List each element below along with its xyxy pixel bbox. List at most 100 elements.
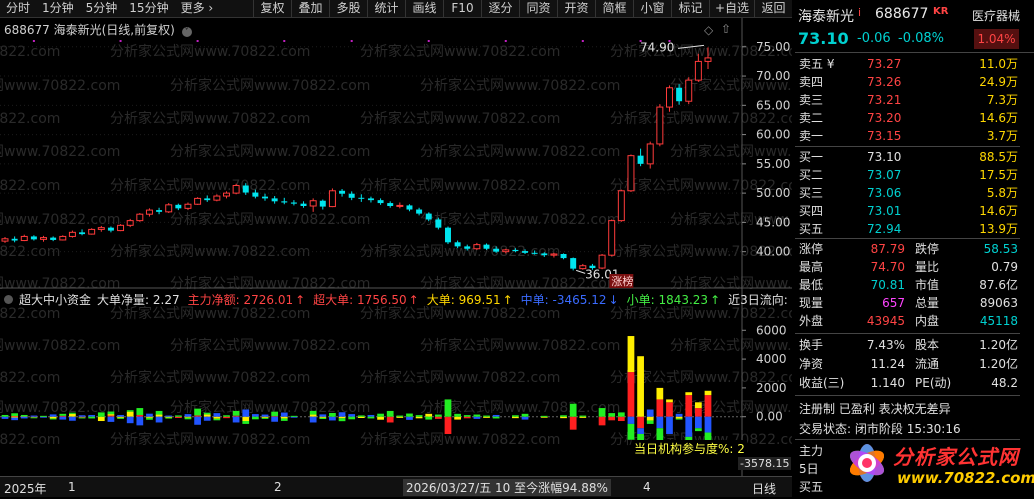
arrow-up-icon[interactable]: ⇧: [721, 22, 731, 36]
flow-bar: [704, 416, 712, 433]
ask-row[interactable]: 卖三 73.21 7.3万: [795, 91, 1020, 109]
event-marker: [581, 40, 584, 42]
industry-label[interactable]: 医疗器械: [972, 7, 1020, 24]
button-draw[interactable]: 画线: [405, 0, 443, 17]
button-back[interactable]: 返回: [754, 0, 792, 17]
flow-bar: [656, 416, 664, 429]
candle-body: [656, 106, 664, 145]
candle-body: [550, 253, 558, 256]
stat-row[interactable]: 最高 74.70 量比 0.79: [795, 258, 1020, 276]
current-price: 73.10: [798, 29, 849, 48]
stat-row[interactable]: 收益(三) 1.140 PE(动) 48.2: [795, 374, 1020, 392]
flow-bar: [483, 415, 490, 417]
flow-bar: [126, 411, 134, 417]
stat-value: 87.6亿: [979, 278, 1018, 292]
expand-icon[interactable]: ◇: [704, 23, 713, 37]
bid-row[interactable]: 买三 73.06 5.8万: [795, 184, 1020, 202]
flow-bar: [88, 414, 96, 417]
stat-row[interactable]: 现量 657 总量 89063: [795, 294, 1020, 312]
button-multi[interactable]: 多股: [329, 0, 367, 17]
button-f10[interactable]: F10: [443, 0, 481, 17]
candle-body: [300, 203, 307, 206]
watermark-text: 分析家公式网www.70822.com: [0, 43, 60, 60]
button-small-window[interactable]: 小窗: [633, 0, 671, 17]
price-change: -0.06: [857, 31, 891, 46]
flow-bar: [540, 415, 548, 417]
candlestick-chart[interactable]: 分析家公式网www.70822.com 分析家公式网www.70822.com 分析…: [0, 18, 870, 496]
flow-bar: [252, 416, 259, 420]
chart-area[interactable]: 分析家公式网www.70822.com 分析家公式网www.70822.com 分析…: [0, 18, 870, 497]
candle-body: [665, 87, 673, 108]
ask-row[interactable]: 卖二 73.20 14.6万: [795, 109, 1020, 127]
tab-5min[interactable]: 5分钟: [80, 0, 124, 17]
flow-bar: [425, 416, 433, 420]
stat-label: 最低: [799, 278, 824, 292]
button-adjust[interactable]: 复权: [253, 0, 291, 17]
candle-body: [79, 232, 86, 235]
stat-row[interactable]: 外盘 43945 内盘 45118: [795, 312, 1020, 330]
candle-body: [184, 203, 192, 209]
watermark-text: 分析家公式网www.70822.com: [110, 110, 310, 127]
flow-bar: [560, 415, 567, 417]
candle-body: [454, 242, 461, 247]
watermark-text: 分析家公式网www.70822.com: [0, 143, 120, 160]
period-label[interactable]: 日线: [752, 480, 776, 497]
candle-body: [252, 192, 259, 197]
ask-price: 73.15: [867, 129, 902, 143]
watermark-text: 分析家公式网www.70822.com: [170, 337, 370, 354]
bid-volume: 88.5万: [979, 150, 1018, 164]
flow-bar: [560, 416, 567, 419]
flow-bar: [309, 410, 317, 415]
stat-row[interactable]: 涨停 87.79 跌停 58.53: [795, 240, 1020, 258]
chevron-down-icon[interactable]: ˅: [181, 27, 192, 37]
button-tick[interactable]: 逐分: [481, 0, 519, 17]
bid-label: 买三: [799, 186, 824, 200]
tab-more[interactable]: 更多 ›: [175, 0, 220, 17]
flow-bar: [117, 414, 124, 417]
flow-bar: [617, 416, 625, 422]
flow-bar: [49, 418, 57, 420]
bid-price: 73.01: [867, 204, 902, 218]
button-open[interactable]: 开资: [557, 0, 595, 17]
button-mark[interactable]: 标记: [671, 0, 709, 17]
stat-row[interactable]: 换手 7.43% 股本 1.20亿: [795, 336, 1020, 354]
stat-row[interactable]: 最低 70.81 市值 87.6亿: [795, 276, 1020, 294]
date-label-month4: 4: [643, 480, 651, 494]
tab-1min[interactable]: 1分钟: [36, 0, 80, 17]
tab-15min[interactable]: 15分钟: [123, 0, 174, 17]
indicator-values: 大单净量: 2.27 主力净额: 2726.01 ↑ 超大单: 1756.50 ↑ 大单:…: [97, 291, 796, 308]
bid-row[interactable]: 买一 73.10 88.5万: [795, 148, 1020, 166]
ask-volume: 11.0万: [979, 57, 1018, 71]
candle-body: [502, 249, 510, 253]
stats2-divider: [795, 333, 1020, 334]
watermark-text: 分析家公式网www.70822.com: [360, 110, 560, 127]
stat-label: 最高: [799, 260, 824, 274]
flow-bar: [608, 416, 616, 421]
bid-row[interactable]: 买二 73.07 17.5万: [795, 166, 1020, 184]
candle-body: [156, 210, 163, 212]
button-simple[interactable]: 简框: [595, 0, 633, 17]
flow-bar: [155, 416, 163, 423]
collapse-icon[interactable]: [4, 295, 13, 304]
button-add-watch[interactable]: +自选: [709, 0, 754, 17]
button-overlay[interactable]: 叠加: [291, 0, 329, 17]
button-stats[interactable]: 统计: [367, 0, 405, 17]
flow-bar: [377, 413, 384, 417]
stat-row[interactable]: 净资 11.24 流通 1.20亿: [795, 355, 1020, 373]
date-label-month1: 1: [68, 480, 76, 494]
indicator-value: 1843.23: [658, 293, 709, 307]
watermark-text: 分析家公式网www.70822.com: [0, 243, 60, 260]
bid-row[interactable]: 买五 72.94 13.9万: [795, 220, 1020, 238]
ask-row[interactable]: 卖五 ¥ 73.27 11.0万: [795, 55, 1020, 73]
tab-intraday[interactable]: 分时: [0, 0, 36, 17]
bid-row[interactable]: 买四 73.01 14.6万: [795, 202, 1020, 220]
button-same[interactable]: 同资: [519, 0, 557, 17]
stock-code: 688677: [875, 6, 929, 22]
logo-url: www.70822.com: [897, 469, 1034, 487]
price-tick-label: 50.00: [756, 186, 790, 200]
ask-row[interactable]: 卖一 73.15 3.7万: [795, 127, 1020, 145]
ask-row[interactable]: 卖四 73.26 24.9万: [795, 73, 1020, 91]
flow-bar: [521, 413, 529, 417]
flow-bar: [213, 413, 221, 417]
industry-change: 1.04%: [974, 29, 1019, 49]
